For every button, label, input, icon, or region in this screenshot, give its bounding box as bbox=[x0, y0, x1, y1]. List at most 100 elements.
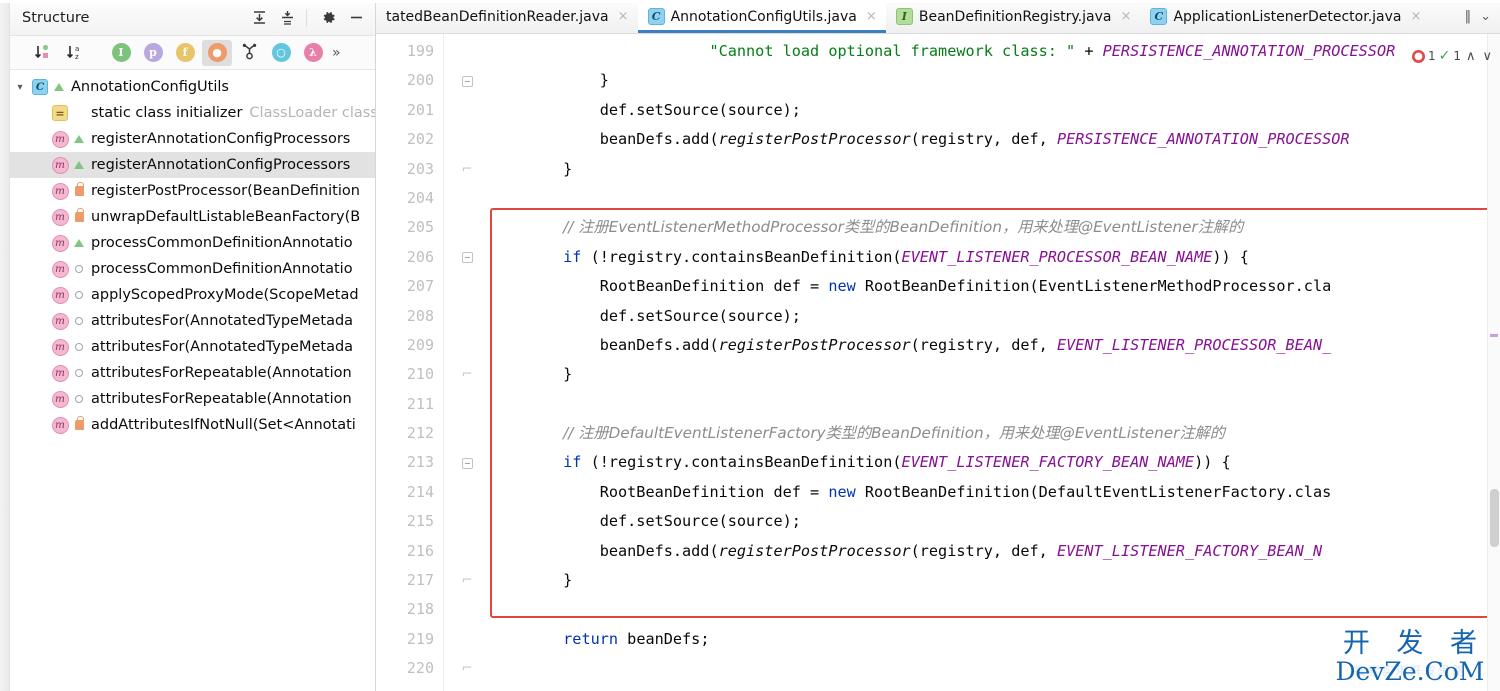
tree-item-sublabel: ClassLoader class bbox=[249, 105, 375, 121]
editor-tab-0[interactable]: tatedBeanDefinitionReader.java × bbox=[376, 0, 638, 33]
tree-item-10[interactable]: m attributesFor(AnnotatedTypeMetada bbox=[10, 334, 375, 360]
show-fields-button[interactable]: f bbox=[170, 40, 200, 66]
group-by-implementation-button[interactable] bbox=[234, 40, 264, 66]
tree-twisty-icon[interactable]: ▾ bbox=[10, 82, 30, 93]
gear-icon[interactable] bbox=[315, 5, 341, 31]
tree-item-2[interactable]: m registerAnnotationConfigProcessors bbox=[10, 126, 375, 152]
code-token-fld: EVENT_LISTENER_PROCESSOR_BEAN_ bbox=[1056, 335, 1332, 354]
tree-item-11[interactable]: m attributesForRepeatable(Annotation bbox=[10, 360, 375, 386]
fold-marker-icon[interactable]: ⌐ bbox=[444, 360, 490, 389]
structure-tree[interactable]: ▾ C AnnotationConfigUtils = static class ini… bbox=[10, 70, 375, 691]
sort-by-visibility-button[interactable] bbox=[28, 40, 58, 66]
fold-marker-icon[interactable] bbox=[444, 66, 490, 95]
code-line[interactable]: } bbox=[490, 155, 1500, 184]
code-line[interactable] bbox=[490, 684, 1500, 691]
fold-end-icon[interactable]: ⌐ bbox=[462, 367, 473, 382]
tree-item-1[interactable]: = static class initializer ClassLoader cla… bbox=[10, 100, 375, 126]
tree-item-6[interactable]: m processCommonDefinitionAnnotatio bbox=[10, 230, 375, 256]
line-number: 214 bbox=[406, 482, 434, 501]
fold-collapse-icon[interactable] bbox=[461, 251, 473, 263]
tree-item-5[interactable]: m unwrapDefaultListableBeanFactory(B bbox=[10, 204, 375, 230]
close-icon[interactable]: × bbox=[1410, 9, 1423, 24]
left-tool-strip[interactable]: Structure bbox=[0, 0, 26, 691]
code-line[interactable]: def.setSource(source); bbox=[490, 96, 1500, 125]
scrollbar-marker[interactable] bbox=[1490, 334, 1498, 337]
tree-item-8[interactable]: m applyScopedProxyMode(ScopeMetad bbox=[10, 282, 375, 308]
inspection-widget[interactable]: ● 1 ✓ 1 ∧ ∨ bbox=[1411, 48, 1494, 64]
icon-glyph: m bbox=[51, 286, 69, 304]
code-line[interactable] bbox=[490, 654, 1500, 683]
show-lambdas-button[interactable]: λ bbox=[298, 40, 328, 66]
editor-scrollbar[interactable] bbox=[1487, 34, 1500, 691]
editor-tab-2[interactable]: I BeanDefinitionRegistry.java × bbox=[886, 0, 1141, 33]
line-number: 201 bbox=[406, 100, 434, 119]
fold-marker-icon[interactable] bbox=[444, 243, 490, 272]
fold-marker-icon[interactable]: ⌐ bbox=[444, 566, 490, 595]
tree-item-12[interactable]: m attributesForRepeatable(Annotation bbox=[10, 386, 375, 412]
code-line[interactable] bbox=[490, 595, 1500, 624]
scrollbar-thumb[interactable] bbox=[1490, 489, 1499, 547]
fold-collapse-icon[interactable] bbox=[461, 75, 473, 87]
next-problem-button[interactable]: ∨ bbox=[1480, 49, 1494, 64]
more-options-button[interactable]: » bbox=[330, 45, 341, 61]
code-line[interactable] bbox=[490, 390, 1500, 419]
fold-end-icon[interactable]: ⌐ bbox=[462, 573, 473, 588]
code-token-plain: beanDefs; bbox=[618, 629, 710, 648]
editor-tab-3[interactable]: C ApplicationListenerDetector.java × bbox=[1140, 0, 1430, 33]
code-line[interactable]: beanDefs.add(registerPostProcessor(regis… bbox=[490, 331, 1500, 360]
sort-alphabetically-button[interactable]: a z bbox=[60, 40, 90, 66]
code-line[interactable]: if (!registry.containsBeanDefinition(EVE… bbox=[490, 243, 1500, 272]
fold-collapse-icon[interactable] bbox=[461, 457, 473, 469]
code-line[interactable]: def.setSource(source); bbox=[490, 302, 1500, 331]
code-line[interactable]: } bbox=[490, 360, 1500, 389]
editor-tab-label: ApplicationListenerDetector.java bbox=[1173, 8, 1402, 25]
properties-chip-icon: p bbox=[143, 43, 163, 62]
code-line[interactable]: if (!registry.containsBeanDefinition(EVE… bbox=[490, 448, 1500, 477]
show-properties-button[interactable]: p bbox=[138, 40, 168, 66]
tree-item-7[interactable]: m processCommonDefinitionAnnotatio bbox=[10, 256, 375, 282]
code-line[interactable] bbox=[490, 184, 1500, 213]
fold-marker-icon[interactable]: ⌐ bbox=[444, 155, 490, 184]
check-count: 1 bbox=[1453, 49, 1461, 63]
editor-tabbar[interactable]: tatedBeanDefinitionReader.java × C Annotati… bbox=[376, 0, 1500, 34]
line-number: 204 bbox=[406, 188, 434, 207]
tree-item-4[interactable]: m registerPostProcessor(BeanDefinition bbox=[10, 178, 375, 204]
previous-tab-button[interactable]: ‖ bbox=[1462, 9, 1475, 24]
code-line[interactable]: beanDefs.add(registerPostProcessor(regis… bbox=[490, 537, 1500, 566]
code-line[interactable]: // 注册EventListenerMethodProcessor类型的Bean… bbox=[490, 213, 1500, 242]
code-line[interactable]: } bbox=[490, 566, 1500, 595]
fold-end-icon[interactable]: ⌐ bbox=[462, 661, 473, 676]
close-icon[interactable]: × bbox=[617, 9, 630, 24]
code-editor[interactable]: 199 200 201 202 203 204 205 206 207 208 209 210 211 2… bbox=[376, 34, 1500, 691]
close-icon[interactable]: × bbox=[1119, 9, 1132, 24]
collapse-all-icon[interactable] bbox=[274, 5, 300, 31]
code-line[interactable]: // 注册DefaultEventListenerFactory类型的BeanD… bbox=[490, 419, 1500, 448]
code-line[interactable]: } bbox=[490, 66, 1500, 95]
tree-item-13[interactable]: m addAttributesIfNotNull(Set<Annotati bbox=[10, 412, 375, 438]
show-inherited-button[interactable]: I bbox=[106, 40, 136, 66]
code-text[interactable]: "Cannot load optional framework class: "… bbox=[490, 34, 1500, 691]
tree-item-9[interactable]: m attributesFor(AnnotatedTypeMetada bbox=[10, 308, 375, 334]
fold-marker-icon[interactable]: ⌐ bbox=[444, 654, 490, 683]
show-anonymous-classes-button[interactable]: ○ bbox=[266, 40, 296, 66]
expand-all-icon[interactable] bbox=[246, 5, 272, 31]
show-non-public-button[interactable]: ● bbox=[202, 39, 232, 66]
previous-problem-button[interactable]: ∧ bbox=[1464, 49, 1478, 64]
code-line[interactable]: "Cannot load optional framework class: "… bbox=[490, 37, 1500, 66]
close-icon[interactable]: × bbox=[865, 9, 878, 24]
tree-item-0[interactable]: ▾ C AnnotationConfigUtils bbox=[10, 74, 375, 100]
ide-window: Structure Structure bbox=[0, 0, 1500, 691]
tab-list-button[interactable]: ⌄ bbox=[1477, 9, 1494, 24]
code-line[interactable]: return beanDefs; bbox=[490, 625, 1500, 654]
code-token-fld: EVENT_LISTENER_PROCESSOR_BEAN_NAME bbox=[901, 247, 1213, 266]
code-line[interactable]: RootBeanDefinition def = new RootBeanDef… bbox=[490, 478, 1500, 507]
fold-end-icon[interactable]: ⌐ bbox=[462, 162, 473, 177]
tree-item-3[interactable]: m registerAnnotationConfigProcessors bbox=[10, 152, 375, 178]
code-line[interactable]: RootBeanDefinition def = new RootBeanDef… bbox=[490, 272, 1500, 301]
code-line[interactable]: beanDefs.add(registerPostProcessor(regis… bbox=[490, 125, 1500, 154]
code-line[interactable]: def.setSource(source); bbox=[490, 507, 1500, 536]
code-folding-gutter[interactable]: ⌐ ⌐ ⌐ ⌐ bbox=[444, 34, 490, 691]
fold-marker-icon[interactable] bbox=[444, 448, 490, 477]
editor-tab-1[interactable]: C AnnotationConfigUtils.java × bbox=[637, 0, 886, 33]
hide-panel-icon[interactable] bbox=[343, 5, 369, 31]
